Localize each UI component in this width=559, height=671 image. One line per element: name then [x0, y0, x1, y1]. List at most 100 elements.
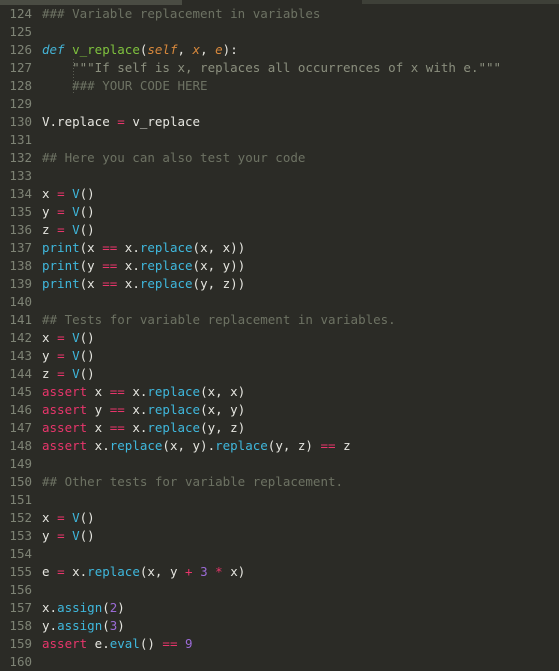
line-text[interactable]: print(x == x.replace(y, z)) [42, 275, 245, 293]
code-token: V.replace [42, 114, 118, 129]
code-line[interactable]: 157 x.assign(2) [0, 599, 559, 617]
code-line[interactable]: 152 x = V() [0, 509, 559, 527]
code-token: eval [109, 636, 140, 651]
code-line[interactable]: 137 print(x == x.replace(x, x)) [0, 239, 559, 257]
line-number: 148 [9, 438, 32, 453]
code-line[interactable]: 149 [0, 455, 559, 473]
top-strip-right-segment[interactable] [362, 0, 559, 4]
code-line[interactable]: 131 [0, 131, 559, 149]
line-number: 151 [9, 492, 32, 507]
line-text[interactable]: def v_replace(self, x, e): [42, 41, 238, 59]
code-line[interactable]: 135 y = V() [0, 203, 559, 221]
line-number: 127 [9, 60, 32, 75]
code-token: replace [215, 438, 268, 453]
code-line[interactable]: 159 assert e.eval() == 9 [0, 635, 559, 653]
code-token: ( [102, 618, 110, 633]
code-token: replace [139, 258, 193, 273]
code-line[interactable]: 128 ### YOUR CODE HERE [0, 77, 559, 95]
line-text[interactable]: assert x == x.replace(y, z) [42, 419, 245, 437]
code-token: replace [109, 438, 163, 453]
code-token: assert [42, 402, 88, 417]
code-line[interactable]: 150 ## Other tests for variable replaceme… [0, 473, 559, 491]
code-token: assert [42, 438, 88, 453]
code-line[interactable]: 146 assert y == x.replace(x, y) [0, 401, 559, 419]
line-text[interactable]: x = V() [42, 509, 95, 527]
line-number: 153 [9, 528, 32, 543]
code-token: (x, y). [162, 438, 216, 453]
code-line[interactable]: 143 y = V() [0, 347, 559, 365]
code-line[interactable]: 151 [0, 491, 559, 509]
code-line[interactable]: 154 [0, 545, 559, 563]
code-token: ## Here you can also test your code [42, 150, 306, 165]
line-text[interactable]: y = V() [42, 527, 95, 545]
code-line[interactable]: 126 def v_replace(self, x, e): [0, 41, 559, 59]
code-token: ## Other tests for variable replacement. [42, 474, 344, 489]
code-line[interactable]: 156 [0, 581, 559, 599]
line-text[interactable]: assert e.eval() == 9 [42, 635, 193, 653]
line-text[interactable]: ### YOUR CODE HERE [42, 77, 207, 95]
code-line[interactable]: 153 y = V() [0, 527, 559, 545]
code-token: assert [42, 384, 88, 399]
code-line[interactable]: 124 ### Variable replacement in variables [0, 5, 559, 23]
line-text[interactable]: ## Tests for variable replacement in var… [42, 311, 396, 329]
code-token: x. [124, 402, 148, 417]
line-number: 145 [9, 384, 32, 399]
line-text[interactable]: z = V() [42, 221, 95, 239]
code-token: assert [42, 636, 88, 651]
code-line[interactable]: 155 e = x.replace(x, y + 3 * x) [0, 563, 559, 581]
code-line[interactable]: 139 print(x == x.replace(y, z)) [0, 275, 559, 293]
code-line[interactable]: 125 [0, 23, 559, 41]
line-text[interactable]: e = x.replace(x, y + 3 * x) [42, 563, 245, 581]
code-line[interactable]: 140 [0, 293, 559, 311]
code-line[interactable]: 145 assert x == x.replace(x, x) [0, 383, 559, 401]
code-line[interactable]: 129 [0, 95, 559, 113]
code-line[interactable]: 142 x = V() [0, 329, 559, 347]
line-text[interactable]: ## Here you can also test your code [42, 149, 305, 167]
code-line[interactable]: 160 [0, 653, 559, 671]
line-text[interactable]: assert x.replace(x, y).replace(y, z) == … [42, 437, 351, 455]
code-line[interactable]: 132 ## Here you can also test your code [0, 149, 559, 167]
code-token: () [79, 204, 95, 219]
code-line[interactable]: 148 assert x.replace(x, y).replace(y, z) … [0, 437, 559, 455]
code-line[interactable]: 136 z = V() [0, 221, 559, 239]
line-text[interactable]: ## Other tests for variable replacement. [42, 473, 343, 491]
code-line[interactable]: 127 """If self is x, replaces all occurr… [0, 59, 559, 77]
line-number: 126 [9, 42, 32, 57]
line-text[interactable]: x = V() [42, 185, 95, 203]
line-text[interactable]: assert x == x.replace(x, x) [42, 383, 245, 401]
line-text[interactable]: V.replace = v_replace [42, 113, 200, 131]
code-line[interactable]: 138 print(y == x.replace(x, y)) [0, 257, 559, 275]
code-token: print [42, 258, 80, 273]
line-text[interactable]: z = V() [42, 365, 95, 383]
code-editor[interactable]: 124 ### Variable replacement in variables… [0, 5, 559, 669]
code-token: ## Tests for variable replacement in var… [42, 312, 396, 327]
line-text[interactable]: x.assign(2) [42, 599, 125, 617]
line-number: 147 [9, 420, 32, 435]
line-text[interactable]: x = V() [42, 329, 95, 347]
code-line[interactable]: 134 x = V() [0, 185, 559, 203]
code-token: ) [117, 600, 125, 615]
code-token: = [57, 330, 65, 345]
code-line[interactable]: 130 V.replace = v_replace [0, 113, 559, 131]
line-text[interactable]: y = V() [42, 347, 95, 365]
code-token: = [57, 366, 65, 381]
code-line[interactable]: 147 assert x == x.replace(y, z) [0, 419, 559, 437]
code-token: (x [79, 276, 103, 291]
line-text[interactable]: y = V() [42, 203, 95, 221]
code-token: = [57, 528, 65, 543]
line-text[interactable]: assert y == x.replace(x, y) [42, 401, 245, 419]
code-token: = [117, 114, 125, 129]
code-line[interactable]: 133 [0, 167, 559, 185]
code-line[interactable]: 158 y.assign(3) [0, 617, 559, 635]
line-text[interactable]: print(y == x.replace(x, y)) [42, 257, 245, 275]
line-text[interactable]: print(x == x.replace(x, x)) [42, 239, 245, 257]
line-text[interactable]: """If self is x, replaces all occurrence… [42, 59, 501, 77]
code-lines-container[interactable]: 124 ### Variable replacement in variables… [0, 5, 559, 671]
line-text[interactable]: ### Variable replacement in variables [42, 5, 320, 23]
code-line[interactable]: 144 z = V() [0, 365, 559, 383]
code-line[interactable]: 141 ## Tests for variable replacement in … [0, 311, 559, 329]
line-text[interactable]: y.assign(3) [42, 617, 125, 635]
line-number: 135 [9, 204, 32, 219]
